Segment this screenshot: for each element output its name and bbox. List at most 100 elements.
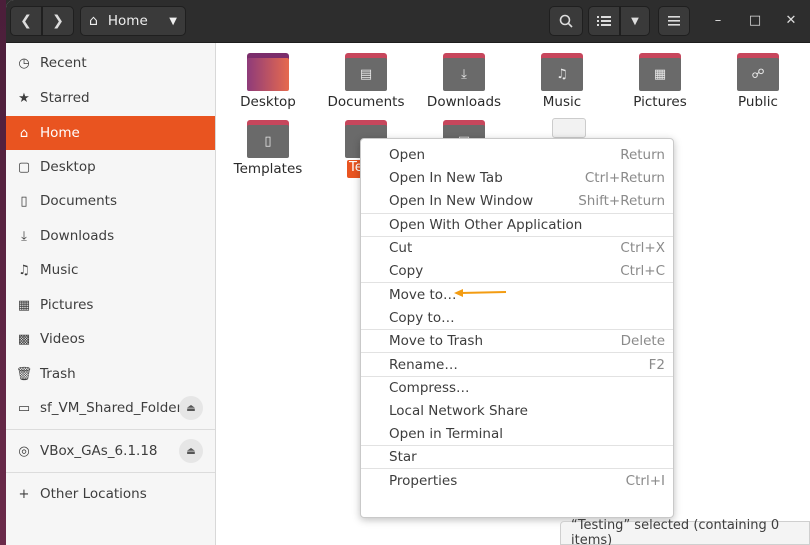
close-icon: ✕ xyxy=(786,13,797,28)
sidebar-item-label: Downloads xyxy=(40,228,114,244)
plus-icon: + xyxy=(16,486,32,502)
header-bar: ❮ ❯ ⌂ Home ▼ ▼ – □ ✕ xyxy=(6,0,810,43)
sidebar-item-vbox-gas[interactable]: ◎VBox_GAs_6.1.18⏏ xyxy=(6,434,215,468)
star-icon: ★ xyxy=(16,90,32,106)
sidebar-item-label: sf_VM_Shared_Folder xyxy=(40,400,182,416)
menu-item-move-to-trash[interactable]: Move to TrashDelete xyxy=(361,329,673,352)
sidebar-item-label: Trash xyxy=(40,366,76,382)
path-label: Home xyxy=(108,13,148,29)
sidebar-item-trash[interactable]: 🗑 Trash xyxy=(6,357,215,391)
picture-icon: ▦ xyxy=(16,297,32,313)
hamburger-menu-button[interactable] xyxy=(658,6,690,36)
sidebar-item-music[interactable]: ♫Music xyxy=(6,253,215,287)
menu-item-label: Move to Trash xyxy=(389,333,483,349)
menu-item-label: Copy to… xyxy=(389,310,455,326)
eject-icon: ⏏ xyxy=(186,446,195,457)
sidebar-item-label: Home xyxy=(40,125,80,141)
file-item-music[interactable]: ♫ Music xyxy=(514,53,610,117)
file-item-templates[interactable]: ▯ Templates xyxy=(220,120,316,184)
minimize-icon: – xyxy=(715,13,722,28)
menu-item-label: Open in Terminal xyxy=(389,426,503,442)
menu-item-label: Open With Other Application xyxy=(389,217,582,233)
sidebar-item-other-locations[interactable]: +Other Locations xyxy=(6,477,215,511)
menu-item-star[interactable]: Star xyxy=(361,445,673,468)
file-item-downloads[interactable]: ⤓ Downloads xyxy=(416,53,512,117)
list-view-button[interactable] xyxy=(588,6,620,36)
music-icon: ♫ xyxy=(16,262,32,278)
minimize-button[interactable]: – xyxy=(709,12,727,30)
download-icon: ⤓ xyxy=(16,228,32,244)
menu-item-open-in-terminal[interactable]: Open in Terminal xyxy=(361,422,673,445)
sidebar-item-label: Pictures xyxy=(40,297,93,313)
menu-item-accel: F2 xyxy=(649,357,665,373)
menu-item-accel: Shift+Return xyxy=(578,193,665,209)
eject-button[interactable]: ⏏ xyxy=(179,396,203,420)
caret-down-icon: ▼ xyxy=(631,16,639,27)
menu-item-accel: Return xyxy=(620,147,665,163)
desktop-icon: ▢ xyxy=(16,159,32,175)
menu-item-local-network-share[interactable]: Local Network Share xyxy=(361,399,673,422)
path-bar-home[interactable]: ⌂ Home ▼ xyxy=(80,6,186,36)
menu-item-label: Local Network Share xyxy=(389,403,528,419)
folder-templates-icon: ▯ xyxy=(247,120,289,158)
menu-item-accel: Ctrl+C xyxy=(620,263,665,279)
sidebar-item-label: Recent xyxy=(40,55,87,71)
file-item-public[interactable]: ☍ Public xyxy=(710,53,806,117)
sidebar-item-downloads[interactable]: ⤓ Downloads xyxy=(6,219,215,253)
maximize-button[interactable]: □ xyxy=(746,12,764,30)
menu-item-open-with[interactable]: Open With Other Application xyxy=(361,213,673,236)
view-options-button[interactable]: ▼ xyxy=(620,6,650,36)
sidebar-item-desktop[interactable]: ▢Desktop xyxy=(6,150,215,184)
menu-item-copy-to[interactable]: Copy to… xyxy=(361,306,673,329)
menu-item-properties[interactable]: PropertiesCtrl+I xyxy=(361,469,673,492)
file-name: Public xyxy=(710,94,806,110)
annotation-arrow-icon xyxy=(454,287,508,299)
menu-item-open[interactable]: Open Return xyxy=(361,143,673,166)
menu-item-label: Rename… xyxy=(389,357,458,373)
menu-item-label: Open xyxy=(389,147,425,163)
file-name: Pictures xyxy=(612,94,708,110)
document-icon: ▯ xyxy=(16,193,32,209)
trash-icon: 🗑 xyxy=(16,366,32,382)
home-icon: ⌂ xyxy=(16,125,32,141)
status-bar: “Testing” selected (containing 0 items) xyxy=(560,521,810,545)
forward-button[interactable]: ❯ xyxy=(42,6,74,36)
menu-item-open-new-window[interactable]: Open In New WindowShift+Return xyxy=(361,189,673,212)
menu-item-cut[interactable]: CutCtrl+X xyxy=(361,236,673,259)
menu-item-accel: Ctrl+X xyxy=(620,240,665,256)
sidebar-item-home[interactable]: ⌂ Home xyxy=(6,116,215,150)
close-button[interactable]: ✕ xyxy=(782,12,800,30)
menu-item-compress[interactable]: Compress… xyxy=(361,376,673,399)
back-button[interactable]: ❮ xyxy=(10,6,42,36)
sidebar-item-shared-folder[interactable]: ▭ sf_VM_Shared_Folder⏏ xyxy=(6,391,215,425)
file-item-documents[interactable]: ▤ Documents xyxy=(318,53,414,117)
sidebar-item-videos[interactable]: ▩Videos xyxy=(6,322,215,356)
file-name: Documents xyxy=(318,94,414,110)
sidebar-item-pictures[interactable]: ▦ Pictures xyxy=(6,288,215,322)
sidebar-item-label: VBox_GAs_6.1.18 xyxy=(40,443,158,459)
file-item-pictures[interactable]: ▦ Pictures xyxy=(612,53,708,117)
menu-item-accel: Ctrl+I xyxy=(626,473,665,489)
drive-icon: ▭ xyxy=(16,400,32,416)
list-view-icon xyxy=(597,15,611,27)
file-item-desktop[interactable]: Desktop xyxy=(220,53,316,117)
sidebar-item-documents[interactable]: ▯ Documents xyxy=(6,184,215,218)
file-name: Music xyxy=(514,94,610,110)
sidebar-item-label: Documents xyxy=(40,193,117,209)
menu-item-copy[interactable]: CopyCtrl+C xyxy=(361,259,673,282)
sidebar-item-starred[interactable]: ★ Starred xyxy=(6,81,215,115)
search-button[interactable] xyxy=(549,6,583,36)
caret-down-icon: ▼ xyxy=(169,16,177,27)
sidebar-item-recent[interactable]: ◷ Recent xyxy=(6,46,215,80)
menu-item-open-new-tab[interactable]: Open In New TabCtrl+Return xyxy=(361,166,673,189)
file-icon-partial[interactable] xyxy=(552,118,586,138)
sidebar-item-label: Starred xyxy=(40,90,90,106)
file-name: Templates xyxy=(220,161,316,177)
file-manager-window: ❮ ❯ ⌂ Home ▼ ▼ – □ ✕ ◷ Recent ★ Starred ⌂ H… xyxy=(6,0,810,545)
folder-pictures-icon: ▦ xyxy=(639,53,681,91)
menu-item-move-to[interactable]: Move to… xyxy=(361,283,673,306)
eject-button[interactable]: ⏏ xyxy=(179,439,203,463)
video-icon: ▩ xyxy=(16,331,32,347)
menu-item-rename[interactable]: Rename… F2 xyxy=(361,353,673,376)
clock-icon: ◷ xyxy=(16,55,32,71)
